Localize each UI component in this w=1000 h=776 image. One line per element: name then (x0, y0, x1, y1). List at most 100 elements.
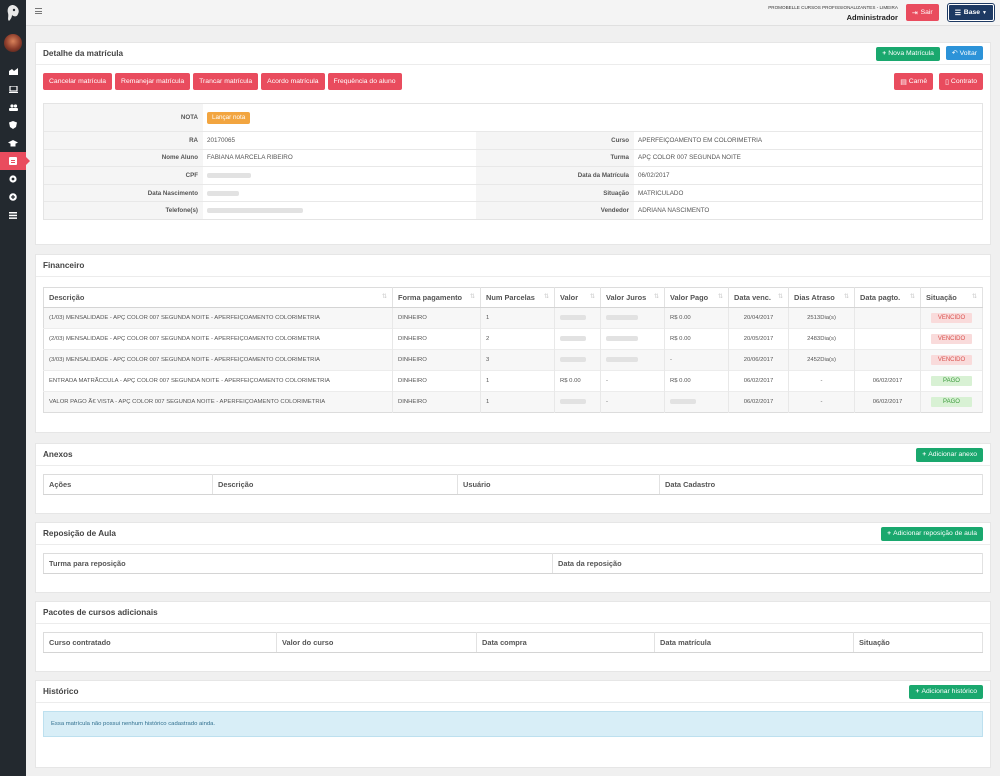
cell-forma: DINHEIRO (392, 391, 481, 413)
redacted-value (670, 398, 696, 404)
sidebar-item-courses[interactable] (0, 134, 26, 152)
base-dropdown-button[interactable]: ☰ Base ▼ (946, 3, 996, 22)
sort-icon: ⇅ (653, 294, 659, 300)
situacao-label: Situação (476, 184, 634, 202)
shield-icon (9, 121, 17, 129)
cell-descricao: (1/03) MENSALIDADE - APÇ COLOR 007 SEGUN… (43, 307, 393, 329)
col-forma-pagamento[interactable]: Forma pagamento ⇅ (392, 287, 481, 308)
cell-valor (554, 349, 601, 371)
col-num-parcelas[interactable]: Num Parcelas ⇅ (480, 287, 555, 308)
status-badge: PAGO (931, 397, 972, 407)
sort-icon: ⇅ (777, 294, 783, 300)
sort-icon: ⇅ (717, 294, 723, 300)
cell-juros: - (600, 370, 665, 392)
cancel-enrollment-button[interactable]: Cancelar matrícula (43, 73, 113, 90)
enrollment-detail-table: NOTA Lançar nota RA 20170065 Curso APERF… (43, 103, 983, 220)
col-data-venc[interactable]: Data venc. ⇅ (728, 287, 789, 308)
laptop-icon (8, 85, 18, 93)
status-badge: PAGO (931, 376, 972, 386)
history-panel: Histórico Adicionar histórico Essa matrí… (35, 680, 991, 768)
col-valor[interactable]: Valor ⇅ (554, 287, 601, 308)
sort-icon: ⇅ (909, 294, 915, 300)
col-descricao[interactable]: Descrição ⇅ (43, 287, 393, 308)
logo-icon (7, 5, 19, 21)
cell-atraso: 2513Dia(s) (788, 307, 855, 329)
cell-valor: R$ 0.00 (554, 370, 601, 392)
cell-venc: 20/05/2017 (728, 328, 789, 350)
table-row: VALOR PAGO Ã€ VISTA - APÇ COLOR 007 SEGU… (43, 391, 983, 413)
cell-situacao: PAGO (920, 370, 983, 392)
cell-juros (600, 328, 665, 350)
packages-table: Curso contratado Valor do curso Data com… (43, 632, 983, 653)
sidebar-item-shield[interactable] (0, 116, 26, 134)
attendance-button[interactable]: Frequência do aluno (327, 73, 402, 90)
logout-button[interactable]: ⇥ Sair (905, 4, 939, 21)
cell-atraso: 2483Dia(s) (788, 328, 855, 350)
col-data-pagto[interactable]: Data pagto. ⇅ (854, 287, 921, 308)
cell-forma: DINHEIRO (392, 307, 481, 329)
caret-down-icon: ▼ (982, 9, 987, 16)
col-valor-juros[interactable]: Valor Juros ⇅ (600, 287, 665, 308)
cell-descricao: ENTRADA MATRÃCCULA - APÇ COLOR 007 SEGUN… (43, 370, 393, 392)
col-dias-atraso[interactable]: Dias Atraso ⇅ (788, 287, 855, 308)
attachments-panel: Anexos Adicionar anexo Ações Descrição U… (35, 443, 991, 514)
menu-toggle-icon[interactable] (35, 8, 42, 14)
cell-parcelas: 1 (480, 391, 555, 413)
relocate-enrollment-button[interactable]: Remanejar matrícula (115, 73, 191, 90)
vendedor-value: ADRIANA NASCIMENTO (638, 207, 710, 215)
cell-parcelas: 1 (480, 370, 555, 392)
sidebar-item-finance[interactable] (0, 170, 26, 188)
sidebar-item-laptop[interactable] (0, 80, 26, 98)
redacted-value (606, 335, 638, 341)
cell-venc: 20/04/2017 (728, 307, 789, 329)
sidebar-item-users[interactable] (0, 98, 26, 116)
carne-button[interactable]: ▤ Carnê (894, 73, 934, 90)
user-name: Administrador (846, 13, 898, 22)
list-icon (9, 211, 17, 219)
post-grade-button[interactable]: Lançar nota (207, 111, 251, 124)
redacted-value (560, 314, 586, 320)
sidebar-item-enrollment[interactable] (0, 152, 30, 170)
sidebar-item-settings[interactable] (0, 188, 26, 206)
cell-pagto (854, 328, 921, 350)
sort-icon: ⇅ (843, 294, 849, 300)
col-data-cadastro: Data Cadastro (659, 474, 983, 495)
back-button[interactable]: ↶ Voltar (945, 46, 983, 61)
table-row: (3/03) MENSALIDADE - APÇ COLOR 007 SEGUN… (43, 349, 983, 371)
database-icon: ☰ (954, 9, 961, 17)
new-enrollment-button[interactable]: Nova Matrícula (876, 46, 940, 61)
makeup-class-table: Turma para reposição Data da reposição (43, 553, 983, 574)
add-history-button[interactable]: Adicionar histórico (909, 684, 983, 699)
contract-button[interactable]: ▯ Contrato (939, 73, 983, 90)
sidebar-item-dashboard[interactable] (0, 62, 26, 80)
cell-valor (554, 307, 601, 329)
col-valor-pago[interactable]: Valor Pago ⇅ (664, 287, 729, 308)
col-descricao: Descrição (212, 474, 458, 495)
add-makeup-class-button[interactable]: Adicionar reposição de aula (881, 526, 983, 541)
cell-situacao: VENCIDO (920, 328, 983, 350)
chart-icon (8, 67, 18, 75)
redacted-value (560, 356, 586, 362)
agreement-button[interactable]: Acordo matrícula (261, 73, 325, 90)
avatar[interactable] (4, 34, 22, 52)
cell-situacao: PAGO (920, 391, 983, 413)
telefone-value (203, 202, 476, 219)
ra-value: 20170065 (207, 136, 236, 144)
cell-juros (600, 307, 665, 329)
col-situacao: Situação (853, 632, 983, 653)
sidebar-item-list[interactable] (0, 206, 26, 224)
packages-title: Pacotes de cursos adicionais (43, 608, 158, 617)
sort-icon: ⇅ (589, 294, 595, 300)
cell-descricao: (3/03) MENSALIDADE - APÇ COLOR 007 SEGUN… (43, 349, 393, 371)
logo (0, 0, 26, 26)
sort-icon: ⇅ (971, 294, 977, 300)
col-valor-curso: Valor do curso (276, 632, 477, 653)
cell-atraso: - (788, 370, 855, 392)
nascimento-label: Data Nascimento (44, 184, 203, 202)
detail-panel: Detalhe da matrícula Nova Matrícula ↶Vol… (35, 42, 991, 245)
table-row: (2/03) MENSALIDADE - APÇ COLOR 007 SEGUN… (43, 328, 983, 350)
lock-enrollment-button[interactable]: Trancar matrícula (193, 73, 259, 90)
add-attachment-button[interactable]: Adicionar anexo (916, 447, 983, 462)
col-situacao[interactable]: Situação ⇅ (920, 287, 983, 308)
cell-situacao: VENCIDO (920, 307, 983, 329)
